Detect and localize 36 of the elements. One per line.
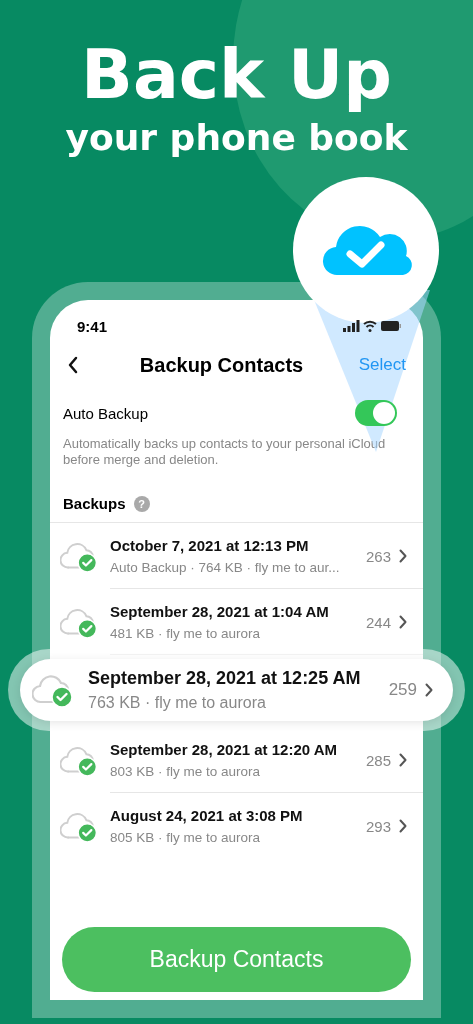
headline: Back Up <box>81 36 392 114</box>
setting-label: Auto Backup <box>63 404 149 422</box>
backup-row[interactable]: October 7, 2021 at 12:13 PM Auto Backup · 764 KB · fly me to aur... 263 <box>50 523 423 589</box>
backup-date: September 28, 2021 at 1:04 AM <box>110 602 330 621</box>
chevron-icon <box>399 819 407 833</box>
backup-details: 481 KB · fly me to aurora <box>110 624 262 642</box>
backup-row[interactable]: September 28, 2021 at 1:04 AM 481 KB · fly me to aurora 244 <box>50 589 423 655</box>
subheadline: your phone book <box>65 116 408 160</box>
contact-count: 259 <box>388 680 417 700</box>
setting-description: Automatically backs up contacts to your personal iCloud before merge and deletion. <box>62 435 387 468</box>
backup-row[interactable]: September 28, 2021 at 12:25 AM 763 KB · fly me to aurora 259 <box>20 659 453 721</box>
chevron-icon <box>399 549 407 563</box>
section-title: Backups <box>63 495 126 512</box>
backup-date: September 28, 2021 at 12:25 AM <box>88 667 362 689</box>
contact-count: 293 <box>365 817 391 835</box>
backup-row[interactable]: September 28, 2021 at 12:20 AM 803 KB · fly me to aurora 285 <box>50 727 423 793</box>
contact-count: 244 <box>365 613 391 631</box>
backup-details: 803 KB · fly me to aurora <box>110 762 262 780</box>
cloud-check-icon <box>322 226 412 275</box>
status-time: 9:41 <box>77 317 108 335</box>
backup-details: 763 KB · fly me to aurora <box>88 693 267 713</box>
backup-details: Auto Backup · 764 KB · fly me to aur... <box>110 558 341 576</box>
backup-date: August 24, 2021 at 3:08 PM <box>110 806 304 825</box>
back-icon[interactable] <box>67 356 79 374</box>
chevron-icon <box>399 615 407 629</box>
contact-count: 285 <box>365 751 391 769</box>
toggle-switch[interactable] <box>355 400 397 426</box>
backup-date: September 28, 2021 at 12:20 AM <box>110 740 339 759</box>
chevron-icon <box>399 753 407 767</box>
backup-date: October 7, 2021 at 12:13 PM <box>110 536 310 555</box>
contact-count: 263 <box>365 547 391 565</box>
chevron-icon <box>425 683 433 697</box>
status-icons <box>343 320 401 332</box>
backup-details: 805 KB · fly me to aurora <box>110 828 262 846</box>
screen-title: Backup Contacts <box>138 353 305 377</box>
backup-row[interactable]: August 24, 2021 at 3:08 PM 805 KB · fly me to aurora 293 <box>50 793 423 859</box>
